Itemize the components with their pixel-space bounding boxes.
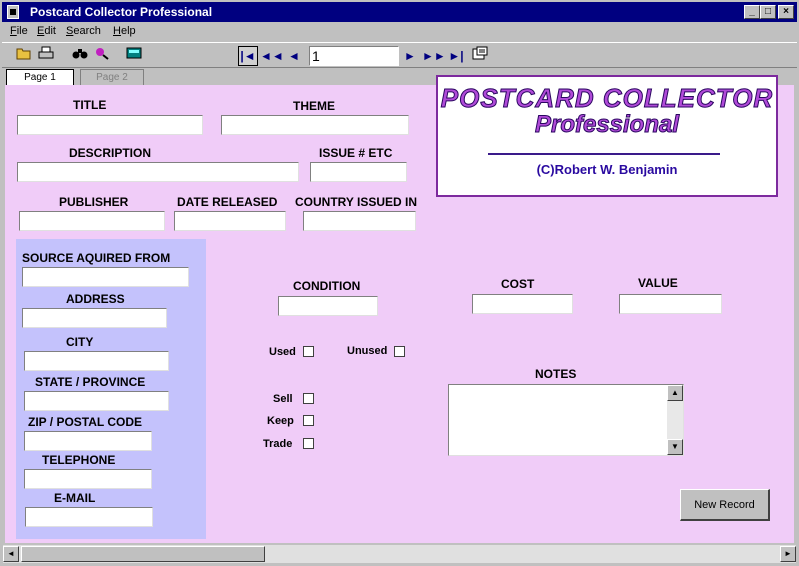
state-input[interactable] — [24, 391, 169, 411]
sell-checkbox[interactable] — [303, 393, 314, 404]
trade-label: Trade — [263, 438, 293, 450]
keep-label: Keep — [267, 415, 294, 427]
notes-label: NOTES — [535, 367, 577, 381]
window-title: Postcard Collector Professional — [30, 5, 213, 19]
theme-label: THEME — [293, 99, 335, 113]
email-input[interactable] — [25, 507, 153, 527]
horizontal-scrollbar[interactable]: ◄ ► — [3, 545, 796, 563]
used-label: Used — [269, 346, 296, 358]
find-replace-icon[interactable] — [92, 46, 112, 66]
issue-label: ISSUE # ETC — [319, 146, 393, 160]
record-properties-icon[interactable] — [470, 46, 490, 66]
app-icon[interactable] — [7, 5, 19, 19]
minimize-button[interactable]: _ — [744, 5, 760, 19]
description-input[interactable] — [17, 162, 299, 182]
notes-scrollbar[interactable]: ▲ ▼ — [667, 385, 683, 455]
scroll-down-icon[interactable]: ▼ — [667, 439, 683, 455]
logo-divider — [488, 153, 720, 155]
condition-label: CONDITION — [293, 279, 361, 293]
source-panel: SOURCE AQUIRED FROM ADDRESS CITY STATE /… — [16, 239, 206, 539]
new-record-button[interactable]: New Record — [680, 489, 770, 521]
record-number-input[interactable]: 1 — [309, 46, 399, 66]
source-input[interactable] — [22, 267, 189, 287]
date-released-label: DATE RELEASED — [177, 195, 278, 209]
cost-label: COST — [501, 277, 535, 291]
calculator-icon[interactable] — [124, 46, 144, 66]
condition-input[interactable] — [278, 296, 378, 316]
title-input[interactable] — [17, 115, 203, 135]
logo-credit: (C)Robert W. Benjamin — [536, 162, 678, 177]
city-label: CITY — [66, 335, 94, 349]
keep-checkbox[interactable] — [303, 415, 314, 426]
theme-input[interactable] — [221, 115, 409, 135]
description-label: DESCRIPTION — [69, 146, 152, 160]
close-button[interactable]: × — [778, 5, 794, 19]
rewind-icon[interactable]: ◄◄ — [260, 46, 284, 66]
logo-subtitle: Professional — [534, 111, 680, 139]
tab-page-2[interactable]: Page 2 — [80, 69, 144, 85]
tab-page-1[interactable]: Page 1 — [6, 69, 74, 85]
unused-label: Unused — [347, 345, 388, 357]
state-label: STATE / PROVINCE — [35, 375, 146, 389]
trade-checkbox[interactable] — [303, 438, 314, 449]
first-record-icon[interactable]: |◄ — [238, 46, 258, 66]
application-window: Postcard Collector Professional _ □ × Fi… — [0, 0, 799, 566]
cost-input[interactable] — [472, 294, 573, 314]
address-label: ADDRESS — [66, 292, 125, 306]
binoculars-icon[interactable] — [70, 46, 90, 66]
zip-label: ZIP / POSTAL CODE — [28, 415, 143, 429]
date-released-input[interactable] — [174, 211, 286, 231]
last-record-icon[interactable]: ►| — [446, 46, 466, 66]
zip-input[interactable] — [24, 431, 152, 451]
previous-icon[interactable]: ◄ — [284, 46, 304, 66]
scroll-left-icon[interactable]: ◄ — [3, 546, 19, 562]
sell-label: Sell — [273, 393, 293, 405]
telephone-label: TELEPHONE — [42, 453, 116, 467]
used-checkbox[interactable] — [303, 346, 314, 357]
logo-box: POSTCARD COLLECTOR Professional (C)Rober… — [436, 75, 778, 197]
menu-search[interactable]: Search — [66, 25, 101, 37]
toolbar: |◄ ◄◄ ◄ 1 ► ►► ►| — [2, 42, 797, 68]
maximize-button[interactable]: □ — [760, 5, 776, 19]
scrollbar-thumb[interactable] — [21, 546, 265, 562]
logo-title: POSTCARD COLLECTOR — [440, 83, 774, 114]
telephone-input[interactable] — [24, 469, 152, 489]
country-label: COUNTRY ISSUED IN — [295, 195, 418, 209]
country-input[interactable] — [303, 211, 416, 231]
email-label: E-MAIL — [54, 491, 96, 505]
unused-checkbox[interactable] — [394, 346, 405, 357]
title-label: TITLE — [73, 98, 107, 112]
fast-forward-icon[interactable]: ►► — [422, 46, 446, 66]
city-input[interactable] — [24, 351, 169, 371]
menu-help[interactable]: Help — [113, 25, 136, 37]
menu-bar: File Edit Search Help — [2, 22, 797, 40]
publisher-input[interactable] — [19, 211, 165, 231]
print-icon[interactable] — [36, 46, 56, 66]
value-label: VALUE — [638, 276, 678, 290]
scroll-right-icon[interactable]: ► — [780, 546, 796, 562]
form-area: TITLE THEME DESCRIPTION ISSUE # ETC PUBL… — [5, 75, 794, 543]
value-input[interactable] — [619, 294, 722, 314]
publisher-label: PUBLISHER — [59, 195, 129, 209]
title-bar: Postcard Collector Professional _ □ × — [2, 2, 797, 22]
scroll-up-icon[interactable]: ▲ — [667, 385, 683, 401]
menu-edit[interactable]: Edit — [37, 25, 56, 37]
next-icon[interactable]: ► — [400, 46, 420, 66]
open-folder-icon[interactable] — [14, 46, 34, 66]
notes-textarea[interactable]: ▲ ▼ — [448, 384, 684, 456]
address-input[interactable] — [22, 308, 167, 328]
source-label: SOURCE AQUIRED FROM — [22, 251, 171, 265]
issue-input[interactable] — [310, 162, 407, 182]
menu-file[interactable]: File — [10, 25, 28, 37]
